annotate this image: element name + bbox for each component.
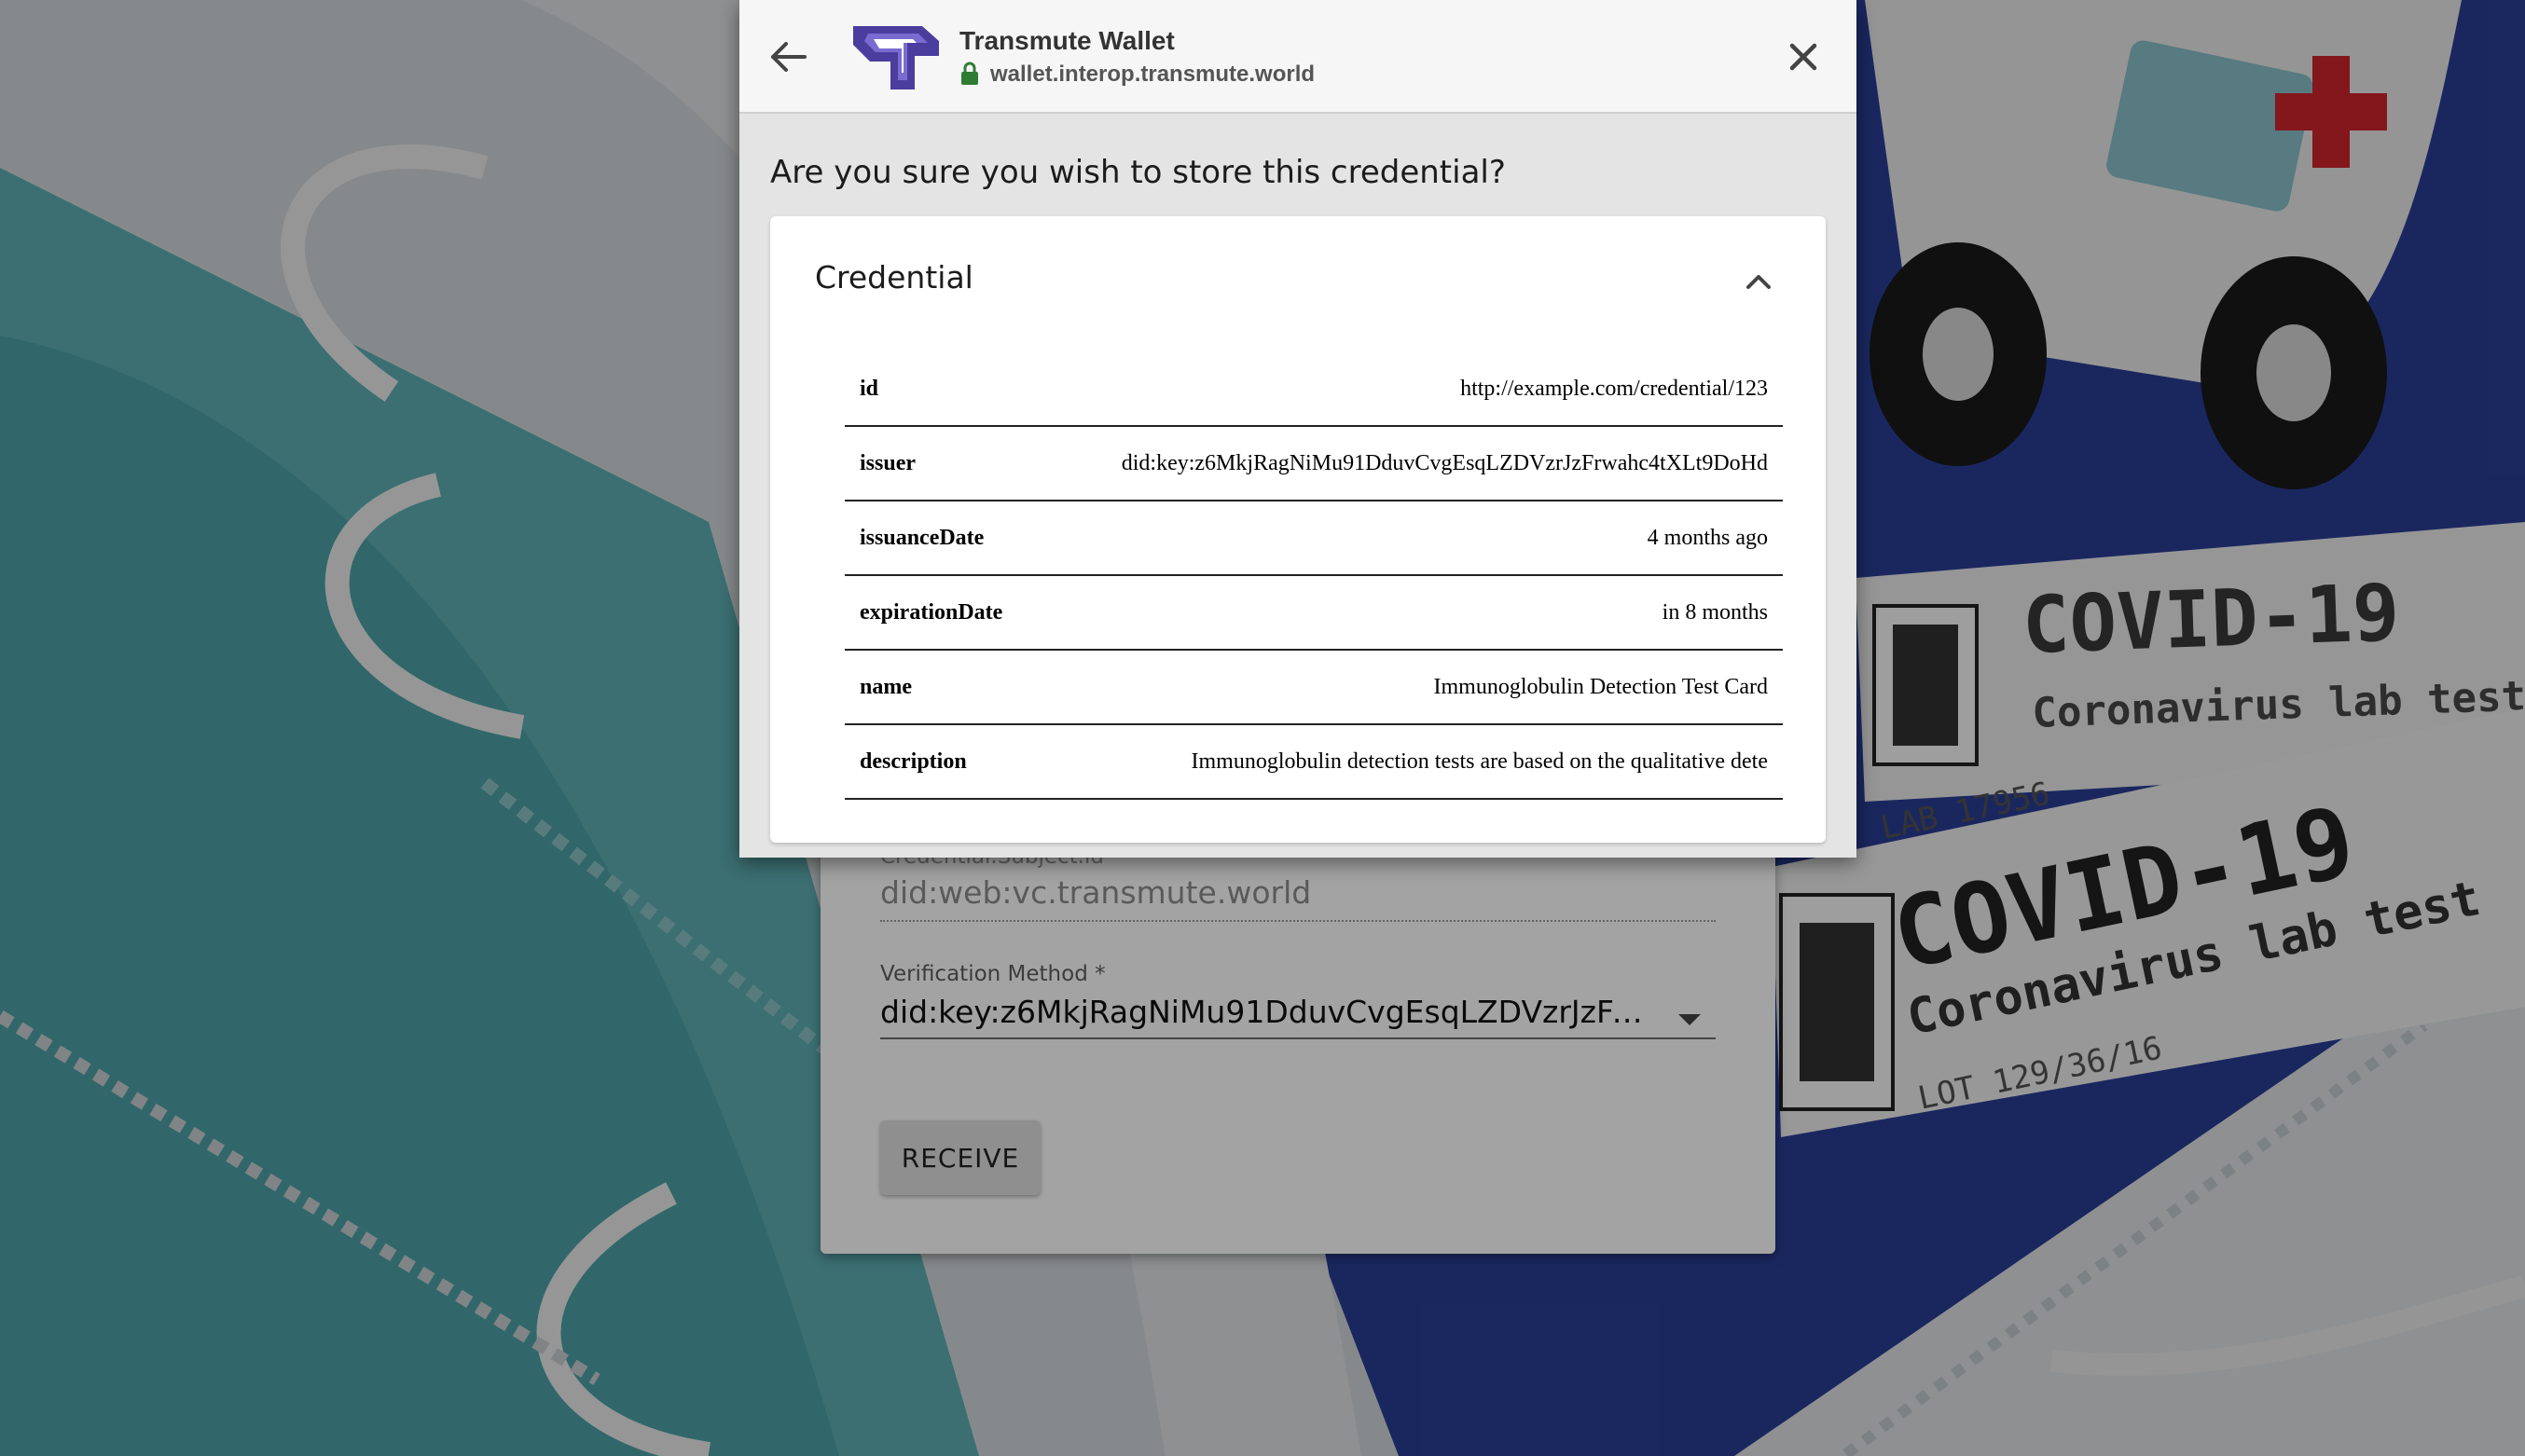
field-value: Immunoglobulin Detection Test Card bbox=[1042, 650, 1783, 725]
credential-card: Credential id http://example.com/credent… bbox=[770, 216, 1826, 843]
field-key: description bbox=[845, 724, 1042, 800]
table-row: expirationDate in 8 months bbox=[845, 575, 1783, 651]
field-key: issuanceDate bbox=[845, 501, 1042, 576]
field-key: issuer bbox=[845, 426, 1042, 501]
form-overlay bbox=[821, 820, 1775, 1254]
field-value: 4 months ago bbox=[1042, 501, 1783, 576]
table-row: id http://example.com/credential/123 bbox=[845, 352, 1783, 427]
chevron-up-icon[interactable] bbox=[1740, 263, 1777, 300]
app-name: Transmute Wallet bbox=[959, 26, 1175, 55]
table-row: issuanceDate 4 months ago bbox=[845, 501, 1783, 576]
wallet-popup: Transmute Wallet wallet.interop.transmut… bbox=[739, 0, 1856, 858]
field-value: Immunoglobulin detection tests are based… bbox=[1042, 724, 1783, 800]
close-icon[interactable] bbox=[1784, 37, 1823, 76]
table-row: issuer did:key:z6MkjRagNiMu91DduvCvgEsqL… bbox=[845, 426, 1783, 501]
field-key: expirationDate bbox=[845, 575, 1042, 651]
field-value: http://example.com/credential/123 bbox=[1042, 352, 1783, 427]
field-value: in 8 months bbox=[1042, 575, 1783, 651]
popup-header: Transmute Wallet wallet.interop.transmut… bbox=[739, 0, 1856, 114]
receive-form-card: Credential.Subject.id did:web:vc.transmu… bbox=[821, 820, 1775, 1254]
screen: COVID-19 Coronavirus lab test COVID-19 C… bbox=[0, 0, 2525, 1456]
confirm-question: Are you sure you wish to store this cred… bbox=[770, 154, 1506, 191]
field-value: did:key:z6MkjRagNiMu91DduvCvgEsqLZDVzrJz… bbox=[1042, 426, 1783, 501]
site-url: wallet.interop.transmute.world bbox=[990, 62, 1316, 87]
table-row: name Immunoglobulin Detection Test Card bbox=[845, 650, 1783, 725]
lock-icon bbox=[961, 62, 978, 85]
field-key: name bbox=[845, 650, 1042, 725]
transmute-logo bbox=[853, 26, 939, 89]
field-key: id bbox=[845, 352, 1042, 427]
arrow-left-icon[interactable] bbox=[766, 34, 812, 80]
table-row: description Immunoglobulin detection tes… bbox=[845, 724, 1783, 800]
credential-table: id http://example.com/credential/123 iss… bbox=[845, 352, 1783, 800]
credential-card-title: Credential bbox=[815, 259, 973, 295]
